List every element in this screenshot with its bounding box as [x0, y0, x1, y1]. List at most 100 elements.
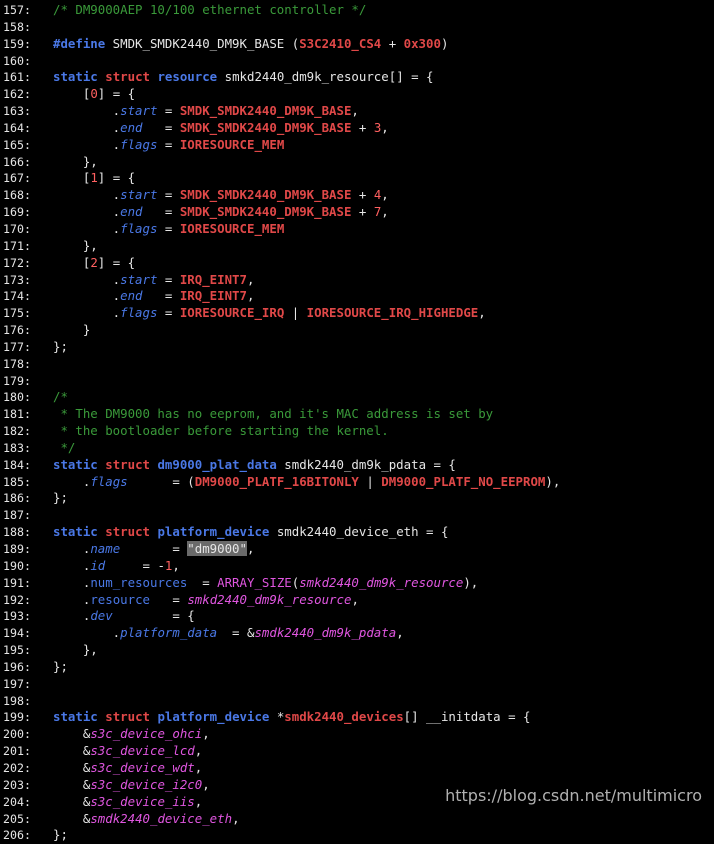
code-line[interactable]: 194: .platform_data = &smdk2440_dm9k_pda… — [0, 625, 714, 642]
code-line[interactable]: 184: static struct dm9000_plat_data smdk2… — [0, 457, 714, 474]
line-number: 204: — [3, 794, 31, 809]
code-token: }; — [53, 338, 68, 354]
code-token: [ — [53, 170, 91, 186]
code-token: , — [172, 557, 180, 573]
code-token: ] = { — [97, 86, 136, 102]
code-line[interactable]: 198: — [0, 693, 714, 710]
code-token: SMDK_SMDK2440_DM9K_BASE — [179, 187, 352, 203]
code-token: end — [120, 288, 143, 304]
code-token: }; — [53, 658, 68, 674]
code-line[interactable]: 195: }, — [0, 642, 714, 659]
code-token: = — [157, 136, 180, 152]
line-number: 158: — [3, 19, 31, 34]
code-line[interactable]: 199: static struct platform_device *smdk2… — [0, 709, 714, 726]
code-token: IORESOURCE_MEM — [179, 136, 285, 152]
code-line[interactable]: 200: &s3c_device_ohci, — [0, 726, 714, 743]
code-token: struct — [105, 456, 150, 472]
code-token: */ — [53, 439, 76, 455]
code-line[interactable]: 188: static struct platform_device smdk24… — [0, 524, 714, 541]
code-line[interactable]: 165: .flags = IORESOURCE_MEM — [0, 137, 714, 154]
line-number: 161: — [3, 70, 31, 85]
code-token: num_resources — [90, 574, 188, 590]
code-line[interactable]: 189: .name = "dm9000", — [0, 541, 714, 558]
code-line[interactable]: 201: &s3c_device_lcd, — [0, 743, 714, 760]
code-token: ), — [463, 574, 479, 590]
code-line[interactable]: 180: /* — [0, 389, 714, 406]
code-line[interactable]: 166: }, — [0, 154, 714, 171]
line-number: 173: — [3, 272, 31, 287]
code-line[interactable]: 159: #define SMDK_SMDK2440_DM9K_BASE (S3C… — [0, 36, 714, 53]
code-token: static — [53, 524, 98, 540]
code-text: [1] = { — [53, 170, 135, 185]
code-line[interactable]: 173: .start = IRQ_EINT7, — [0, 272, 714, 289]
code-text: /* — [53, 389, 68, 404]
code-token: start — [120, 103, 158, 119]
code-token: . — [53, 557, 91, 573]
code-line[interactable]: 163: .start = SMDK_SMDK2440_DM9K_BASE, — [0, 103, 714, 120]
code-line[interactable]: 161: static struct resource smkd2440_dm9k… — [0, 69, 714, 86]
code-token: , — [194, 759, 203, 775]
line-number: 178: — [3, 356, 31, 371]
code-token: smdk2440_devices — [284, 709, 404, 725]
code-line[interactable]: 167: [1] = { — [0, 170, 714, 187]
code-line[interactable]: 182: * the bootloader before starting th… — [0, 423, 714, 440]
line-number: 193: — [3, 609, 31, 624]
code-line[interactable]: 162: [0] = { — [0, 86, 714, 103]
code-line[interactable]: 187: — [0, 507, 714, 524]
code-token: flags — [120, 305, 158, 321]
code-line[interactable]: 178: — [0, 356, 714, 373]
code-line[interactable]: 175: .flags = IORESOURCE_IRQ | IORESOURC… — [0, 305, 714, 322]
code-text: .start = SMDK_SMDK2440_DM9K_BASE, — [53, 103, 359, 118]
line-number: 198: — [3, 693, 31, 708]
code-line[interactable]: 206:}; — [0, 827, 714, 844]
code-line[interactable]: 192: .resource = smkd2440_dm9k_resource, — [0, 592, 714, 609]
code-line[interactable]: 191: .num_resources = ARRAY_SIZE(smkd244… — [0, 575, 714, 592]
code-token: = — [157, 305, 180, 321]
line-number: 168: — [3, 188, 31, 203]
code-token: . — [53, 220, 121, 236]
code-token: static — [53, 69, 98, 85]
code-text: .id = -1, — [53, 558, 180, 573]
code-token: ] = { — [97, 254, 136, 270]
line-number: 160: — [3, 53, 31, 68]
code-line[interactable]: 158: — [0, 19, 714, 36]
code-line[interactable]: 174: .end = IRQ_EINT7, — [0, 288, 714, 305]
code-line[interactable]: 157: /* DM9000AEP 10/100 ethernet control… — [0, 2, 714, 19]
code-line[interactable]: 185: .flags = (DM9000_PLATF_16BITONLY | … — [0, 474, 714, 491]
line-number: 201: — [3, 744, 31, 759]
code-token: . — [53, 271, 121, 287]
code-line[interactable]: 196:}; — [0, 659, 714, 676]
code-line[interactable]: 186:}; — [0, 490, 714, 507]
code-line[interactable]: 172: [2] = { — [0, 255, 714, 272]
code-line[interactable]: 181: * The DM9000 has no eeprom, and it'… — [0, 406, 714, 423]
code-line[interactable]: 171: }, — [0, 238, 714, 255]
code-line[interactable]: 190: .id = -1, — [0, 558, 714, 575]
code-token: DM9000_PLATF_16BITONLY — [194, 473, 359, 489]
code-token: /* DM9000AEP 10/100 ethernet controller … — [53, 2, 367, 17]
code-token: , — [194, 743, 203, 759]
code-line[interactable]: 176: } — [0, 322, 714, 339]
code-line[interactable]: 183: */ — [0, 440, 714, 457]
code-editor[interactable]: 157: /* DM9000AEP 10/100 ethernet control… — [0, 0, 714, 842]
code-text: }; — [53, 339, 68, 354]
code-line[interactable]: 202: &s3c_device_wdt, — [0, 760, 714, 777]
code-token: smkd2440_dm9k_resource[] = { — [217, 69, 434, 85]
code-line[interactable]: 193: .dev = { — [0, 608, 714, 625]
code-token: , — [246, 271, 255, 287]
code-line[interactable]: 197: — [0, 676, 714, 693]
code-line[interactable]: 205: &smdk2440_device_eth, — [0, 811, 714, 828]
code-line[interactable]: 160: — [0, 53, 714, 70]
code-line[interactable]: 170: .flags = IORESOURCE_MEM — [0, 221, 714, 238]
code-line[interactable]: 169: .end = SMDK_SMDK2440_DM9K_BASE + 7, — [0, 204, 714, 221]
line-number: 165: — [3, 137, 31, 152]
code-token: [ — [53, 254, 91, 270]
code-line[interactable]: 179: — [0, 373, 714, 390]
code-token: = ( — [127, 473, 195, 489]
code-line[interactable]: 177:}; — [0, 339, 714, 356]
code-text: .end = IRQ_EINT7, — [53, 288, 255, 304]
code-line[interactable]: 168: .start = SMDK_SMDK2440_DM9K_BASE + … — [0, 187, 714, 204]
code-line[interactable]: 164: .end = SMDK_SMDK2440_DM9K_BASE + 3, — [0, 120, 714, 137]
code-token: s3c_device_iis — [90, 793, 195, 809]
line-number: 180: — [3, 390, 31, 405]
line-number: 179: — [3, 373, 31, 388]
